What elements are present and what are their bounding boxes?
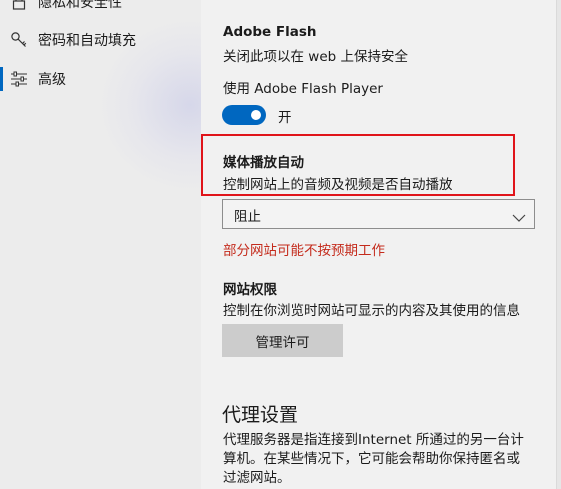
key-icon bbox=[10, 31, 28, 49]
media-autoplay-title: 媒体播放自动 bbox=[223, 155, 304, 171]
chevron-down-icon bbox=[512, 208, 526, 222]
sliders-icon bbox=[10, 70, 28, 88]
flash-description: 关闭此项以在 web 上保持安全 bbox=[223, 49, 408, 65]
proxy-title: 代理设置 bbox=[222, 404, 299, 426]
proxy-description-line-3: 过滤网站。 bbox=[223, 470, 291, 486]
toggle-knob bbox=[251, 110, 261, 120]
flash-toggle-state: 开 bbox=[278, 110, 292, 126]
dropdown-value: 阻止 bbox=[234, 209, 261, 225]
proxy-description-line-1: 代理服务器是指连接到Internet 所通过的另一台计 bbox=[223, 432, 524, 448]
sidebar: 隐私和安全性 密码和自动填充 高级 bbox=[0, 0, 201, 489]
sidebar-item-privacy[interactable]: 隐私和安全性 bbox=[0, 0, 201, 20]
media-autoplay-warning: 部分网站可能不按预期工作 bbox=[223, 243, 385, 259]
sidebar-item-passwords[interactable]: 密码和自动填充 bbox=[0, 22, 201, 58]
sidebar-item-advanced[interactable]: 高级 bbox=[0, 61, 201, 97]
scrollbar[interactable] bbox=[556, 0, 561, 489]
flash-toggle[interactable] bbox=[222, 105, 266, 125]
media-autoplay-description: 控制网站上的音频及视频是否自动播放 bbox=[223, 177, 453, 193]
site-permissions-description: 控制在你浏览时网站可显示的内容及其使用的信息 bbox=[223, 303, 520, 319]
sidebar-item-label: 密码和自动填充 bbox=[38, 33, 136, 49]
settings-window: 隐私和安全性 密码和自动填充 高级 Adobe Flash 关闭此项以在 web… bbox=[0, 0, 561, 489]
media-autoplay-dropdown[interactable]: 阻止 bbox=[222, 199, 535, 229]
sidebar-item-label: 高级 bbox=[38, 72, 66, 88]
flash-toggle-label: 使用 Adobe Flash Player bbox=[223, 81, 383, 97]
lock-icon bbox=[10, 0, 28, 11]
proxy-description-line-2: 算机。在某些情况下，它可能会帮助你保持匿名或 bbox=[223, 451, 520, 467]
site-permissions-title: 网站权限 bbox=[223, 282, 277, 298]
sidebar-item-label: 隐私和安全性 bbox=[38, 0, 122, 11]
flash-title: Adobe Flash bbox=[223, 24, 317, 40]
manage-permissions-button[interactable]: 管理许可 bbox=[222, 324, 343, 357]
